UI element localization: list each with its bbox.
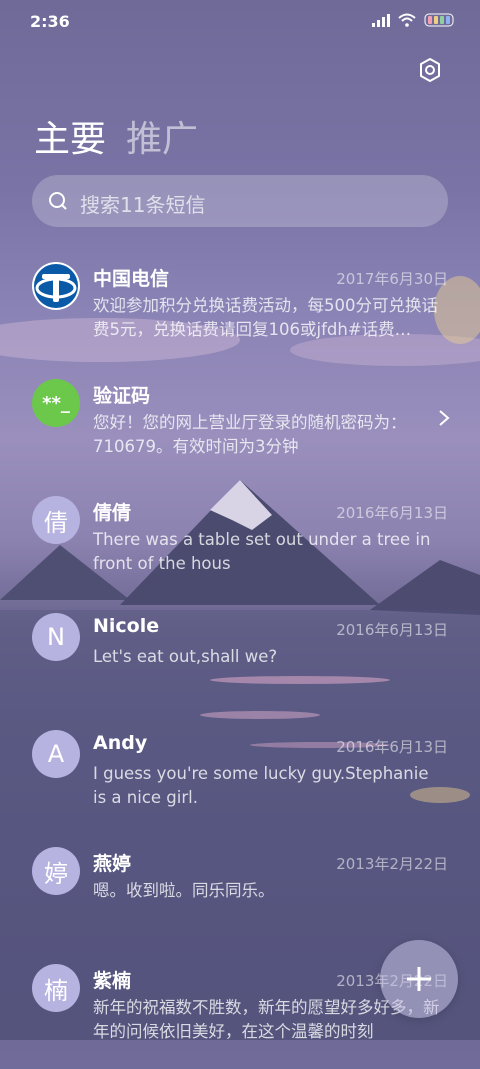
conversation-date: 2016年6月13日 [336, 621, 448, 639]
search-icon [49, 192, 67, 210]
new-message-button[interactable] [380, 940, 458, 1018]
conversation-name: 中国电信 [93, 268, 170, 290]
conversation-date: 2017年6月30日 [336, 270, 448, 288]
conversation-name: Nicole [93, 615, 160, 637]
avatar: 楠 [32, 964, 80, 1012]
conversation-item[interactable]: A Andy 2016年6月13日 I guess you're some lu… [0, 718, 480, 835]
signal-icon [372, 14, 390, 27]
search-placeholder: 搜索11条短信 [80, 193, 206, 217]
status-bar: 2:36 [0, 0, 480, 44]
avatar: 倩 [32, 496, 80, 544]
conversation-preview: There was a table set out under a tree i… [93, 530, 431, 573]
conversation-item[interactable]: 中国电信 2017年6月30日 欢迎参加积分兑换话费活动，每500分可兑换话费5… [0, 250, 480, 367]
conversation-item[interactable]: 倩 倩倩 2016年6月13日 There was a table set ou… [0, 484, 480, 601]
conversation-item[interactable]: **_ 验证码 您好！您的网上营业厅登录的随机密码为：710679。有效时间为3… [0, 367, 480, 484]
search-bar[interactable]: 搜索11条短信 [32, 175, 448, 227]
tab-primary[interactable]: 主要 [34, 110, 106, 162]
wifi-icon [398, 13, 416, 27]
conversation-preview: 欢迎参加积分兑换话费活动，每500分可兑换话费5元，兑换话费请回复106或jfd… [93, 296, 438, 339]
conversation-name: 倩倩 [93, 502, 132, 524]
telecom-logo-avatar [32, 262, 80, 310]
conversation-name: Andy [93, 732, 148, 754]
conversation-item[interactable]: N Nicole 2016年6月13日 Let's eat out,shall … [0, 601, 480, 718]
conversation-item[interactable]: 婷 燕婷 2013年2月22日 嗯。收到啦。同乐同乐。 [0, 835, 480, 952]
conversation-name: 紫楠 [93, 970, 132, 992]
conversation-name: 燕婷 [93, 853, 132, 875]
conversation-date: 2013年2月22日 [336, 855, 448, 873]
avatar: A [32, 730, 80, 778]
conversation-preview: I guess you're some lucky guy.Stephanie … [93, 764, 429, 807]
plus-icon [407, 967, 431, 991]
telecom-logo-icon [34, 264, 78, 308]
conversation-name: 验证码 [93, 385, 151, 407]
conversation-preview: Let's eat out,shall we? [93, 647, 278, 666]
status-time: 2:36 [30, 12, 70, 31]
conversation-date: 2016年6月13日 [336, 738, 448, 756]
tab-bar: 主要 推广 [34, 110, 198, 162]
chevron-right-icon[interactable] [438, 409, 450, 427]
avatar: N [32, 613, 80, 661]
conversation-preview: 嗯。收到啦。同乐同乐。 [93, 881, 275, 900]
tab-promotions[interactable]: 推广 [126, 110, 198, 162]
battery-icon [424, 13, 454, 27]
status-icons [372, 13, 454, 27]
conversation-preview: 您好！您的网上营业厅登录的随机密码为：710679。有效时间为3分钟 [93, 413, 407, 456]
avatar: 婷 [32, 847, 80, 895]
verify-code-avatar: **_ [32, 379, 80, 427]
conversation-date: 2016年6月13日 [336, 504, 448, 522]
settings-gear-icon[interactable] [416, 56, 444, 84]
